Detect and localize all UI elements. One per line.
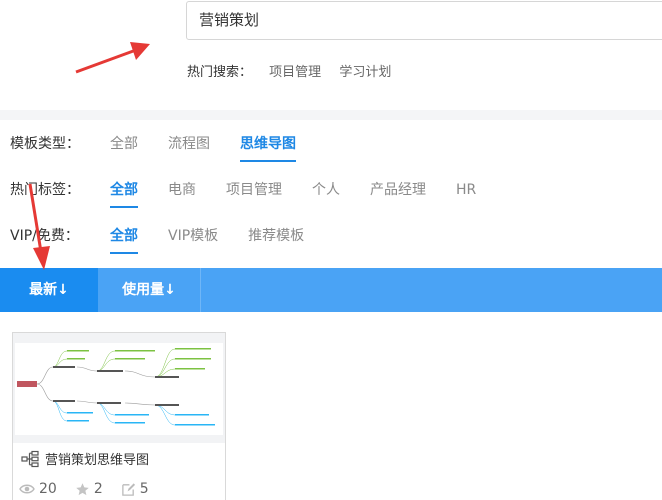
stars-count: 2 — [93, 481, 103, 497]
filter-row-vip: VIP/免费： 全部 VIP模板 推荐模板 — [10, 225, 334, 254]
sort-tab-newest[interactable]: 最新↓ — [0, 268, 98, 312]
filter-label: 模板类型： — [10, 136, 80, 152]
filter-label: VIP/免费： — [10, 228, 79, 244]
mindmap-preview — [15, 343, 223, 435]
template-title[interactable]: 营销策划思维导图 — [45, 449, 149, 468]
filter-option[interactable]: 推荐模板 — [248, 225, 304, 249]
filter-option-active[interactable]: 全部 — [110, 179, 138, 208]
filter-option[interactable]: 电商 — [168, 179, 196, 203]
filter-option[interactable]: 产品经理 — [370, 179, 426, 203]
star-icon — [76, 482, 89, 495]
section-divider — [0, 110, 662, 120]
template-stats: 20 2 5 — [19, 481, 167, 497]
edits-stat: 5 — [121, 481, 149, 497]
filter-panel: 模板类型： 全部 流程图 思维导图 热门标签： 全部 电商 项目管理 个人 产品… — [0, 120, 662, 268]
hot-search-row: 热门搜索： 项目管理 学习计划 — [187, 61, 405, 80]
hot-search-item[interactable]: 学习计划 — [339, 65, 391, 80]
template-title-row[interactable]: 营销策划思维导图 — [21, 449, 149, 468]
views-stat: 20 — [19, 481, 57, 497]
stars-stat: 2 — [75, 481, 103, 497]
filter-option[interactable]: VIP模板 — [168, 225, 218, 249]
filter-row-type: 模板类型： 全部 流程图 思维导图 — [10, 133, 326, 162]
filter-label: 热门标签： — [10, 182, 80, 198]
search-area: 营销策划 热门搜索： 项目管理 学习计划 — [0, 0, 662, 110]
hot-search-label: 热门搜索： — [187, 65, 253, 80]
template-card[interactable]: 营销策划思维导图 20 2 5 — [12, 332, 226, 500]
sort-bar: 最新↓ 使用量↓ — [0, 268, 662, 312]
filter-row-tags: 热门标签： 全部 电商 项目管理 个人 产品经理 HR — [10, 179, 506, 208]
filter-option-active[interactable]: 全部 — [110, 225, 138, 254]
template-thumbnail[interactable] — [13, 333, 225, 443]
eye-icon — [19, 484, 35, 494]
sort-tab-usage[interactable]: 使用量↓ — [98, 268, 201, 312]
views-count: 20 — [39, 481, 57, 497]
filter-option[interactable]: 项目管理 — [226, 179, 282, 203]
edit-icon — [121, 482, 135, 496]
filter-option[interactable]: 流程图 — [168, 133, 210, 157]
search-input[interactable]: 营销策划 — [186, 1, 662, 40]
edits-count: 5 — [139, 481, 149, 497]
filter-option[interactable]: 个人 — [312, 179, 340, 203]
filter-option[interactable]: 全部 — [110, 133, 138, 157]
filter-option[interactable]: HR — [456, 179, 476, 203]
mindmap-preview-graphic — [17, 348, 215, 426]
filter-option-active[interactable]: 思维导图 — [240, 133, 296, 162]
hot-search-item[interactable]: 项目管理 — [269, 65, 321, 80]
mindmap-icon — [21, 450, 39, 467]
